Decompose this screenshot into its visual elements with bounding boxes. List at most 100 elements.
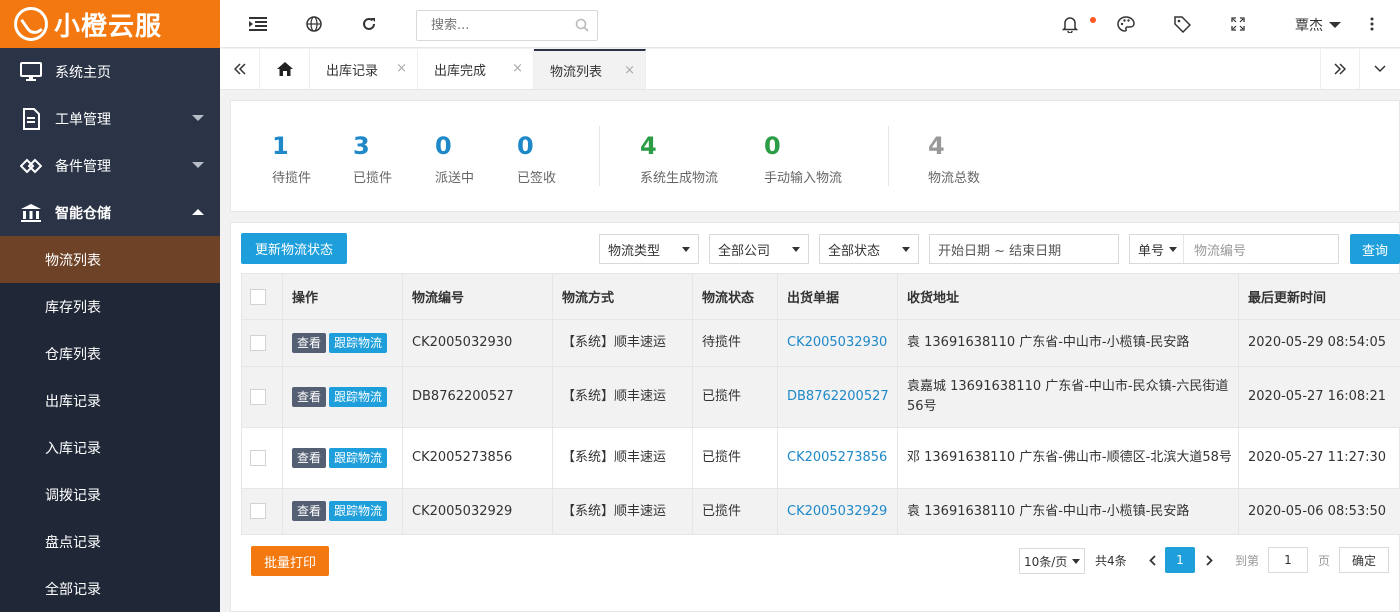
shipping-doc-link[interactable]: CK2005032929 <box>787 504 887 519</box>
stat-number: 1 <box>272 132 289 160</box>
sidebar-item-spare-parts[interactable]: 备件管理 <box>0 142 220 189</box>
update-status-button[interactable]: 更新物流状态 <box>241 233 347 264</box>
tab-scroll-right[interactable] <box>1320 49 1360 89</box>
filter-logistics-type[interactable]: 物流类型 <box>599 234 699 264</box>
table-row: 查看 跟踪物流 DB8762200527 【系统】顺丰速运 已揽件 DB87622… <box>241 366 1400 428</box>
tab-logistics-list[interactable]: 物流列表 × <box>534 49 646 89</box>
tag-icon[interactable] <box>1172 14 1192 34</box>
header-search-input[interactable] <box>417 11 557 40</box>
diamond-link-icon <box>20 155 42 177</box>
track-logistics-button[interactable]: 跟踪物流 <box>329 386 388 407</box>
header-search[interactable] <box>416 10 598 41</box>
shipping-doc-link[interactable]: CK2005032930 <box>787 335 887 350</box>
tab-bar: 出库记录 × 出库完成 × 物流列表 × <box>220 49 1400 90</box>
shipping-doc-link[interactable]: CK2005273856 <box>787 450 887 465</box>
close-icon[interactable]: × <box>512 61 523 76</box>
user-menu[interactable]: 覃杰 <box>1295 15 1341 35</box>
sidebar-subitem-inventory-list[interactable]: 库存列表 <box>0 283 220 330</box>
stat-system-generated[interactable]: 4 系统生成物流 <box>640 129 718 186</box>
tab-menu-dropdown[interactable] <box>1360 49 1400 89</box>
track-logistics-button[interactable]: 跟踪物流 <box>329 447 388 468</box>
close-icon[interactable]: × <box>396 61 407 76</box>
tab-outbound-complete[interactable]: 出库完成 × <box>418 49 534 89</box>
filter-logistics-company[interactable]: 全部公司 <box>709 234 809 264</box>
stat-total[interactable]: 4 物流总数 <box>928 129 980 186</box>
caret-down-icon <box>1072 559 1080 564</box>
stat-label: 物流总数 <box>928 171 981 186</box>
home-icon <box>276 62 293 76</box>
sidebar-subitem-inbound-records[interactable]: 入库记录 <box>0 424 220 471</box>
filter-status[interactable]: 全部状态 <box>819 234 919 264</box>
select-all-checkbox[interactable] <box>250 288 266 305</box>
close-icon[interactable]: × <box>624 63 635 78</box>
bell-icon[interactable] <box>1060 14 1080 34</box>
tab-home[interactable] <box>260 49 310 89</box>
menu-collapse-icon[interactable] <box>248 14 268 34</box>
more-vertical-icon[interactable] <box>1362 14 1382 34</box>
sidebar-item-home[interactable]: 系统主页 <box>0 48 220 95</box>
logistics-number-input[interactable]: 物流编号 <box>1184 240 1246 259</box>
sidebar-subitem-transfer-records[interactable]: 调拨记录 <box>0 471 220 518</box>
search-icon[interactable] <box>575 18 589 36</box>
view-button[interactable]: 查看 <box>292 386 327 407</box>
number-type-select[interactable]: 单号 <box>1130 235 1184 263</box>
sidebar-item-warehouse[interactable]: 智能仓储 <box>0 189 220 236</box>
tab-outbound-records[interactable]: 出库记录 × <box>310 49 418 89</box>
logo-text: 小橙云服 <box>54 11 163 42</box>
sidebar-subitem-all-records[interactable]: 全部记录 <box>0 565 220 612</box>
warehouse-icon <box>20 202 42 224</box>
sidebar-subitem-stocktake-records[interactable]: 盘点记录 <box>0 518 220 565</box>
refresh-icon[interactable] <box>359 14 379 34</box>
last-update-time: 2020-05-27 11:27:30 <box>1238 427 1400 489</box>
logistics-method: 【系统】顺丰速运 <box>552 366 693 428</box>
fullscreen-icon[interactable] <box>1228 14 1248 34</box>
orange-logo-icon <box>14 7 48 41</box>
double-chevron-right-icon <box>1334 63 1346 75</box>
page-unit-label: 页 <box>1318 553 1331 568</box>
sidebar-subitem-logistics-list[interactable]: 物流列表 <box>0 236 220 283</box>
column-header: 物流状态 <box>692 273 778 320</box>
sidebar-subitem-outbound-records[interactable]: 出库记录 <box>0 377 220 424</box>
row-checkbox[interactable] <box>250 503 266 519</box>
stat-number: 0 <box>764 132 781 160</box>
track-logistics-button[interactable]: 跟踪物流 <box>329 501 388 521</box>
query-button[interactable]: 查询 <box>1350 234 1400 264</box>
stats-divider <box>599 126 600 186</box>
sidebar-item-tickets[interactable]: 工单管理 <box>0 95 220 142</box>
page-size-select[interactable]: 10条/页 <box>1019 548 1085 574</box>
table-header-row: 操作 物流编号 物流方式 物流状态 出货单据 收货地址 最后更新时间 <box>241 273 1400 320</box>
stat-number: 0 <box>517 132 534 160</box>
stat-pending-pickup[interactable]: 1 待揽件 <box>272 129 311 186</box>
view-button[interactable]: 查看 <box>292 332 327 353</box>
goto-confirm-button[interactable]: 确定 <box>1339 547 1389 573</box>
row-checkbox[interactable] <box>250 449 266 466</box>
next-page-button[interactable] <box>1201 546 1217 574</box>
date-range-input[interactable]: 开始日期 ~ 结束日期 <box>929 234 1119 264</box>
notification-dot <box>1090 17 1096 23</box>
globe-icon[interactable] <box>304 14 324 34</box>
app-logo[interactable]: 小橙云服 <box>0 0 220 48</box>
monitor-icon <box>20 61 42 83</box>
goto-label: 到第 <box>1235 553 1260 568</box>
shipping-doc-cell: CK2005032930 <box>777 319 898 367</box>
track-logistics-button[interactable]: 跟踪物流 <box>329 332 388 353</box>
row-checkbox[interactable] <box>250 388 266 405</box>
caret-down-icon <box>792 247 800 252</box>
palette-icon[interactable] <box>1116 14 1136 34</box>
batch-print-button[interactable]: 批量打印 <box>251 546 329 576</box>
user-name: 覃杰 <box>1295 18 1323 34</box>
stat-delivering[interactable]: 0 派送中 <box>435 129 474 186</box>
row-checkbox[interactable] <box>250 334 266 351</box>
view-button[interactable]: 查看 <box>292 447 327 468</box>
prev-page-button[interactable] <box>1144 546 1160 574</box>
page-1-button[interactable]: 1 <box>1165 547 1195 573</box>
tab-scroll-left[interactable] <box>220 49 260 89</box>
stat-manual-input[interactable]: 0 手动输入物流 <box>764 129 842 186</box>
stat-signed[interactable]: 0 已签收 <box>517 129 556 186</box>
stat-label: 派送中 <box>435 171 475 186</box>
sidebar-subitem-warehouse-list[interactable]: 仓库列表 <box>0 330 220 377</box>
shipping-doc-link[interactable]: DB8762200527 <box>787 389 889 404</box>
stat-picked-up[interactable]: 3 已揽件 <box>353 129 392 186</box>
view-button[interactable]: 查看 <box>292 501 327 521</box>
goto-page-input[interactable]: 1 <box>1268 547 1308 573</box>
